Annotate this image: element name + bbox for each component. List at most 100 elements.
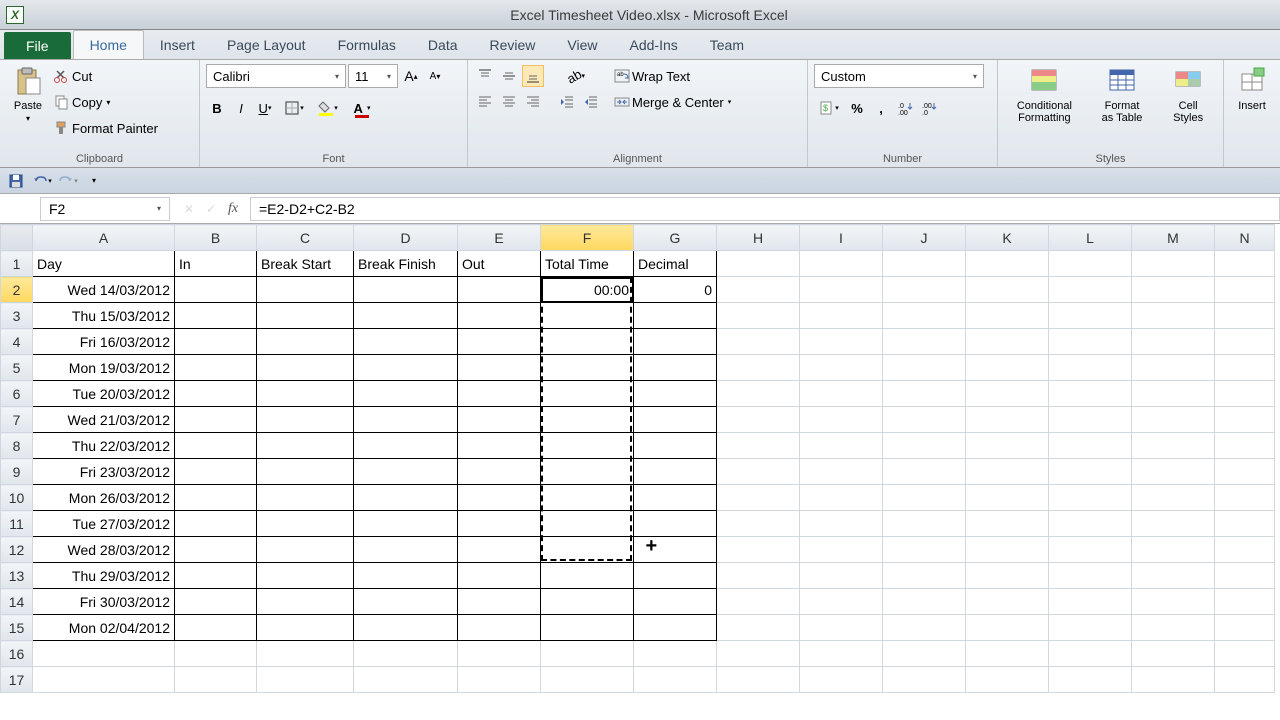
cell-E2[interactable] [458, 277, 541, 303]
cell-E9[interactable] [458, 459, 541, 485]
cell-B11[interactable] [175, 511, 257, 537]
cell-D14[interactable] [354, 589, 458, 615]
cell-M8[interactable] [1132, 433, 1215, 459]
cell-K12[interactable] [966, 537, 1049, 563]
col-header-B[interactable]: B [175, 225, 257, 251]
cell-M7[interactable] [1132, 407, 1215, 433]
cell-F2[interactable]: 00:00 [541, 277, 634, 303]
cell-A13[interactable]: Thu 29/03/2012 [33, 563, 175, 589]
cell-N16[interactable] [1215, 641, 1275, 667]
cell-K9[interactable] [966, 459, 1049, 485]
cell-K3[interactable] [966, 303, 1049, 329]
row-header-11[interactable]: 11 [1, 511, 33, 537]
cell-C15[interactable] [257, 615, 354, 641]
cell-L11[interactable] [1049, 511, 1132, 537]
row-header-13[interactable]: 13 [1, 563, 33, 589]
align-center-button[interactable] [498, 91, 520, 113]
cell-B15[interactable] [175, 615, 257, 641]
cell-K5[interactable] [966, 355, 1049, 381]
row-header-16[interactable]: 16 [1, 641, 33, 667]
cell-K8[interactable] [966, 433, 1049, 459]
cell-M17[interactable] [1132, 667, 1215, 693]
row-header-3[interactable]: 3 [1, 303, 33, 329]
review-tab[interactable]: Review [474, 30, 552, 59]
cell-F5[interactable] [541, 355, 634, 381]
cell-D16[interactable] [354, 641, 458, 667]
cell-N3[interactable] [1215, 303, 1275, 329]
cell-J13[interactable] [883, 563, 966, 589]
cell-L6[interactable] [1049, 381, 1132, 407]
cell-C13[interactable] [257, 563, 354, 589]
cell-A10[interactable]: Mon 26/03/2012 [33, 485, 175, 511]
cell-L1[interactable] [1049, 251, 1132, 277]
cell-K2[interactable] [966, 277, 1049, 303]
cell-M15[interactable] [1132, 615, 1215, 641]
worksheet[interactable]: ABCDEFGHIJKLMN1DayInBreak StartBreak Fin… [0, 224, 1280, 693]
cell-H9[interactable] [717, 459, 800, 485]
cell-H2[interactable] [717, 277, 800, 303]
cell-A6[interactable]: Tue 20/03/2012 [33, 381, 175, 407]
cell-M3[interactable] [1132, 303, 1215, 329]
cell-J16[interactable] [883, 641, 966, 667]
row-header-8[interactable]: 8 [1, 433, 33, 459]
cell-M1[interactable] [1132, 251, 1215, 277]
cell-I1[interactable] [800, 251, 883, 277]
row-header-1[interactable]: 1 [1, 251, 33, 277]
cell-L9[interactable] [1049, 459, 1132, 485]
undo-button[interactable]: ▾ [32, 171, 52, 191]
cell-L17[interactable] [1049, 667, 1132, 693]
cell-G7[interactable] [634, 407, 717, 433]
col-header-G[interactable]: G [634, 225, 717, 251]
percent-button[interactable]: % [846, 97, 868, 119]
cell-I16[interactable] [800, 641, 883, 667]
cell-A4[interactable]: Fri 16/03/2012 [33, 329, 175, 355]
conditional-formatting-button[interactable]: Conditional Formatting [1011, 64, 1078, 126]
cell-B6[interactable] [175, 381, 257, 407]
cell-A1[interactable]: Day [33, 251, 175, 277]
cell-H5[interactable] [717, 355, 800, 381]
cell-C7[interactable] [257, 407, 354, 433]
orientation-button[interactable]: ab▾ [556, 65, 596, 87]
cell-styles-button[interactable]: Cell Styles [1166, 64, 1210, 126]
cell-F1[interactable]: Total Time [541, 251, 634, 277]
cell-A11[interactable]: Tue 27/03/2012 [33, 511, 175, 537]
cell-M2[interactable] [1132, 277, 1215, 303]
cell-B3[interactable] [175, 303, 257, 329]
cell-J11[interactable] [883, 511, 966, 537]
cell-D12[interactable] [354, 537, 458, 563]
cell-B14[interactable] [175, 589, 257, 615]
cell-D3[interactable] [354, 303, 458, 329]
cell-C5[interactable] [257, 355, 354, 381]
cell-C14[interactable] [257, 589, 354, 615]
col-header-I[interactable]: I [800, 225, 883, 251]
cell-L5[interactable] [1049, 355, 1132, 381]
cell-K15[interactable] [966, 615, 1049, 641]
font-size-select[interactable]: 11▾ [348, 64, 398, 88]
cell-I14[interactable] [800, 589, 883, 615]
insert-cells-button[interactable]: Insert [1230, 64, 1274, 114]
view-tab[interactable]: View [551, 30, 613, 59]
cell-F11[interactable] [541, 511, 634, 537]
accounting-format-button[interactable]: $▾ [814, 97, 844, 119]
cell-D11[interactable] [354, 511, 458, 537]
cell-H7[interactable] [717, 407, 800, 433]
row-header-14[interactable]: 14 [1, 589, 33, 615]
cell-N6[interactable] [1215, 381, 1275, 407]
cell-G2[interactable]: 0 [634, 277, 717, 303]
cell-L13[interactable] [1049, 563, 1132, 589]
format-as-table-button[interactable]: Format as Table [1096, 64, 1149, 126]
cell-G10[interactable] [634, 485, 717, 511]
cell-E15[interactable] [458, 615, 541, 641]
cell-G4[interactable] [634, 329, 717, 355]
fx-button[interactable]: fx [222, 198, 244, 220]
cell-F16[interactable] [541, 641, 634, 667]
cell-J2[interactable] [883, 277, 966, 303]
cell-F8[interactable] [541, 433, 634, 459]
cell-K7[interactable] [966, 407, 1049, 433]
cell-F10[interactable] [541, 485, 634, 511]
cell-F6[interactable] [541, 381, 634, 407]
cell-D13[interactable] [354, 563, 458, 589]
cell-J14[interactable] [883, 589, 966, 615]
cell-A2[interactable]: Wed 14/03/2012 [33, 277, 175, 303]
row-header-6[interactable]: 6 [1, 381, 33, 407]
